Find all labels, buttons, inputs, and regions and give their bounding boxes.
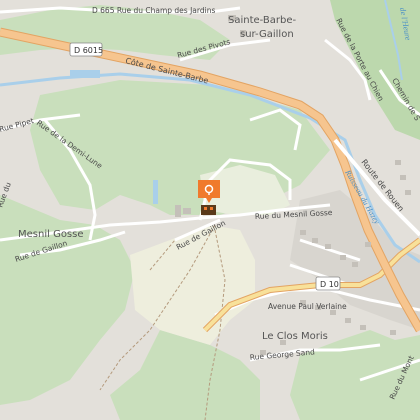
- water-basin: [153, 180, 158, 204]
- map-canvas[interactable]: D 665 Rue du Champ des Jardins D 6015 Cô…: [0, 0, 420, 420]
- place-mesnil-gosse: Mesnil Gosse: [18, 229, 84, 240]
- shield-d6015: D 6015: [69, 42, 103, 57]
- pond: [70, 70, 100, 78]
- castle-poi-icon[interactable]: [201, 205, 216, 215]
- label-d665-champ: D 665 Rue du Champ des Jardins: [92, 6, 215, 15]
- shield-d10: D 10: [315, 276, 341, 291]
- map-viewport[interactable]: D 665 Rue du Champ des Jardins D 6015 Cô…: [0, 0, 420, 420]
- place-le-clos-moris: Le Clos Moris: [262, 331, 328, 342]
- place-sainte-barbe-line2: sur-Gaillon: [240, 29, 294, 40]
- label-avenue-paul-verlaine: Avenue Paul Verlaine: [268, 302, 347, 311]
- place-sainte-barbe-line1: Sainte-Barbe-: [228, 15, 297, 26]
- svg-text:D 10: D 10: [320, 280, 339, 289]
- svg-text:D 6015: D 6015: [74, 46, 103, 55]
